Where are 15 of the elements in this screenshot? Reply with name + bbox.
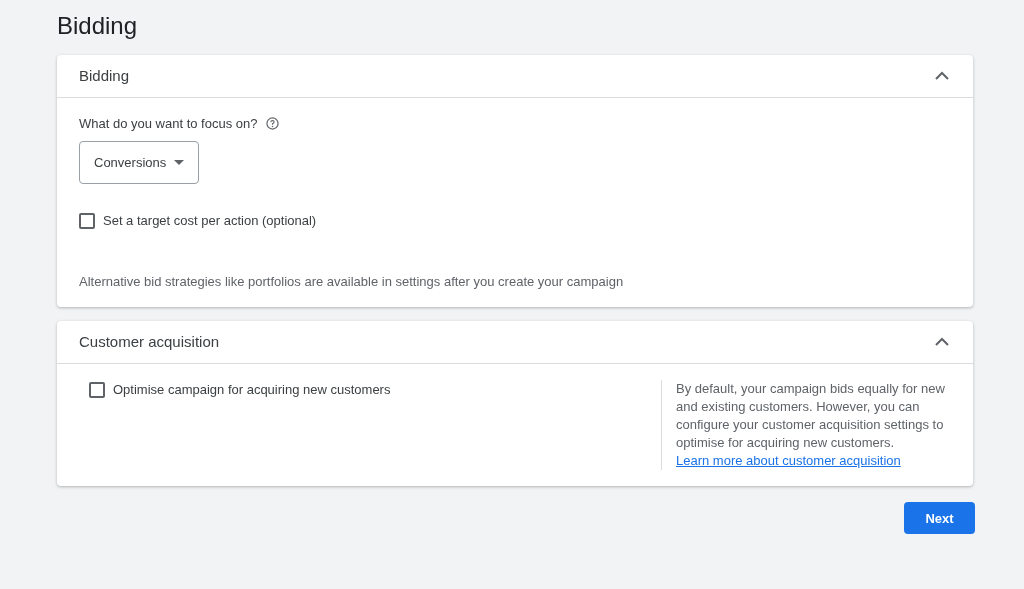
learn-more-link[interactable]: Learn more about customer acquisition [676,453,901,469]
next-button[interactable]: Next [904,502,975,535]
focus-dropdown[interactable]: Conversions [79,141,200,185]
checkbox-label: Optimise campaign for acquiring new customers [113,381,391,400]
checkbox[interactable] [89,382,105,399]
info-note: Alternative bid strategies like portfolios are available in settings after you create your campaign [79,272,625,291]
field-label: What do you want to focus on? [79,114,258,133]
checkbox[interactable] [79,213,95,230]
page-title: Bidding [57,12,139,41]
panel-title: Customer acquisition [79,332,220,353]
panel-title: Bidding [79,65,130,86]
caret-icon [174,160,185,166]
help-icon[interactable] [265,117,279,131]
help-text: By default, your campaign bids equally for new and existing customers. However, you can configure your customer acquisition settings to optimise for acquiring new customers. Learn more about customer acquisition [661,380,951,471]
checkbox-label: Set a target cost per action (optional) [103,212,317,231]
